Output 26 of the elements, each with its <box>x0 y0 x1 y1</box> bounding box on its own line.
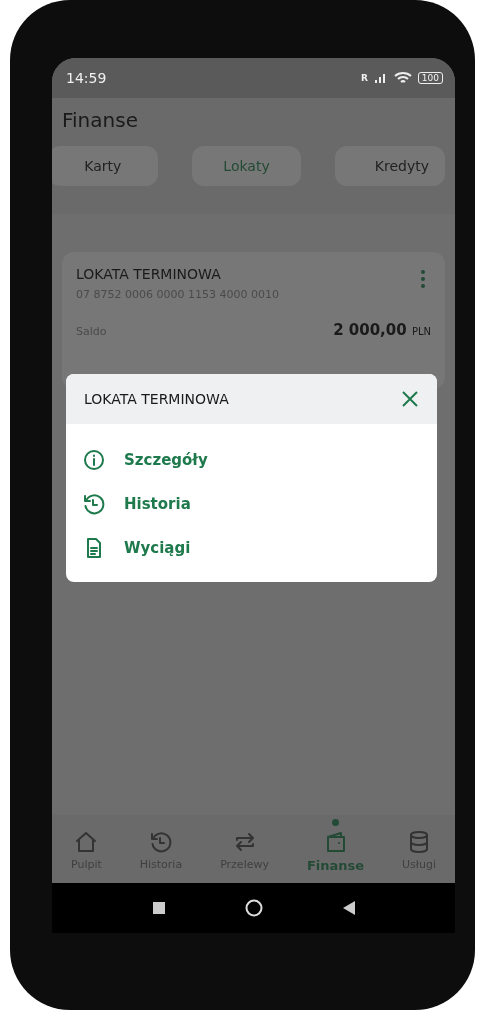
database-icon <box>407 830 431 854</box>
active-dot <box>332 819 339 826</box>
nav-item[interactable]: Finanse <box>306 819 365 873</box>
signal-roaming-label: R <box>360 73 368 83</box>
history-icon <box>148 830 173 854</box>
history-icon <box>82 492 106 516</box>
home-icon <box>74 830 99 854</box>
menu-item[interactable]: Historia <box>82 492 421 516</box>
wifi-icon <box>393 71 412 85</box>
close-icon[interactable] <box>401 390 419 408</box>
status-time: 14:59 <box>66 70 107 86</box>
home-icon[interactable] <box>244 899 263 917</box>
battery-indicator: 100 <box>417 72 443 84</box>
page-title: Finanse <box>62 108 139 132</box>
tab[interactable]: Lokaty <box>191 146 302 186</box>
balance-amount: 2 000,00 PLN <box>333 321 431 339</box>
back-icon[interactable] <box>342 901 355 915</box>
tab[interactable]: Kredyty <box>335 146 445 186</box>
signal-icon <box>373 72 388 84</box>
recents-icon[interactable] <box>152 902 165 914</box>
menu-item[interactable]: Szczegóły <box>82 448 421 472</box>
menu-item[interactable]: Wyciągi <box>82 536 421 560</box>
tab[interactable]: Karty <box>52 146 158 186</box>
dialog-title: LOKATA TERMINOWA <box>84 391 229 407</box>
info-icon <box>82 448 106 472</box>
account-name: LOKATA TERMINOWA <box>76 266 222 282</box>
